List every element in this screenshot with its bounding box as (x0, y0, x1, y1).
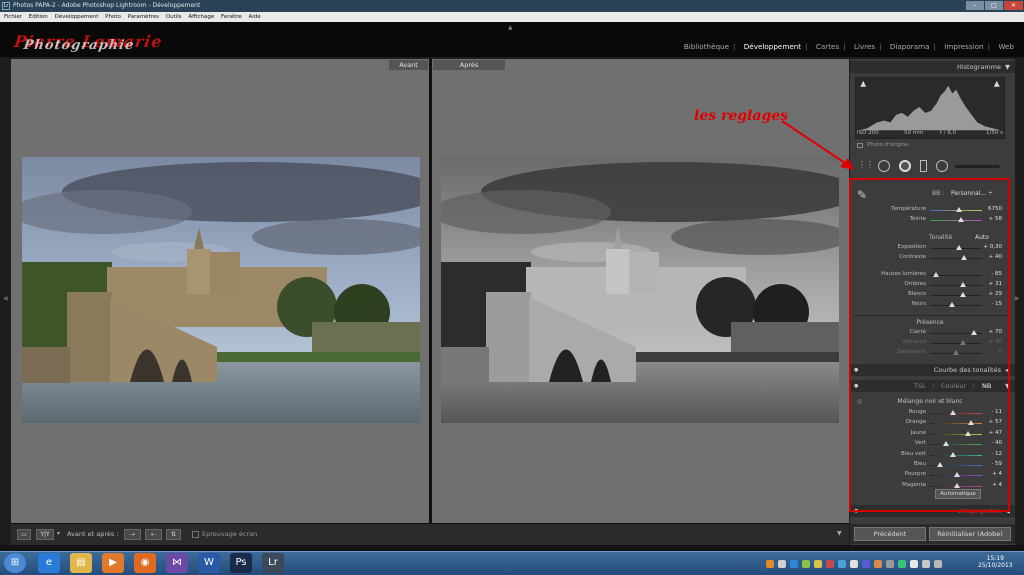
minimize-button[interactable]: – (966, 1, 984, 10)
tray-icon[interactable] (838, 560, 846, 568)
window-title: Photos PAPA-2 - Adobe Photoshop Lightroo… (13, 2, 201, 9)
menu-photo[interactable]: Photo (105, 14, 121, 20)
module-developpement[interactable]: Développement (744, 42, 801, 51)
tray-icon[interactable] (874, 560, 882, 568)
taskbar-ie-icon[interactable]: e (38, 553, 60, 573)
graduated-filter-icon[interactable] (920, 160, 927, 172)
title-bar: Lr Photos PAPA-2 - Adobe Photoshop Light… (0, 0, 1024, 12)
tray-icon[interactable] (898, 560, 906, 568)
view-mode-arrow-icon[interactable]: ▾ (57, 530, 60, 537)
settings-highlight-box (849, 178, 1010, 512)
flag-icon[interactable] (934, 560, 942, 568)
focal-readout: 50 mm (904, 130, 924, 136)
iso-readout: ISO 200 (857, 130, 879, 136)
copy-after-settings-button[interactable]: ⇠ (145, 529, 162, 540)
brush-slider[interactable] (955, 165, 1000, 168)
identity-line2: Photographie (22, 38, 136, 53)
app-icon: Lr (2, 2, 10, 10)
previous-button[interactable]: Précédent (854, 527, 926, 541)
original-photo-label: Photo d'origine (867, 142, 909, 148)
module-impression[interactable]: Impression (944, 42, 983, 51)
left-panel-toggle-icon[interactable]: ◀ (3, 295, 8, 302)
develop-toolbar: ▭ Y|Y ▾ Avant et après : ⇢ ⇠ ⇅ Epreuvage… (11, 523, 849, 545)
shutter-readout: 1/50 s (986, 130, 1003, 136)
spot-removal-icon[interactable] (878, 160, 890, 172)
menu-fenetre[interactable]: Fenêtre (221, 14, 242, 20)
taskbar-vs-icon[interactable]: ⋈ (166, 553, 188, 573)
module-picker: Bibliothèque | Développement | Cartes | Liv… (683, 42, 1014, 51)
menu-affichage[interactable]: Affichage (188, 14, 214, 20)
before-label: Avant (389, 60, 428, 70)
clock-time: 15:19 (986, 555, 1004, 562)
tray-icon[interactable] (850, 560, 858, 568)
after-label: Après (433, 60, 505, 70)
menu-outils[interactable]: Outils (166, 14, 182, 20)
tray-icon[interactable] (886, 560, 894, 568)
taskbar-start-icon[interactable]: ⊞ (4, 553, 26, 573)
top-panel-toggle-icon[interactable]: ▲ (508, 24, 516, 31)
before-after-view-button[interactable]: Y|Y (36, 529, 54, 540)
tray-icon[interactable] (778, 560, 786, 568)
menu-developpement[interactable]: Développement (55, 14, 99, 20)
menu-fichier[interactable]: Fichier (4, 14, 22, 20)
view-divider (429, 59, 432, 523)
module-cartes[interactable]: Cartes (816, 42, 839, 51)
menu-parametres[interactable]: Paramètres (128, 14, 159, 20)
tray-icon[interactable] (802, 560, 810, 568)
tray-icon[interactable] (826, 560, 834, 568)
crop-overlay-icon[interactable]: ⋮⋮ (858, 160, 874, 169)
reset-button[interactable]: Réinitialiser (Adobe) (929, 527, 1011, 541)
before-after-label: Avant et après : (67, 530, 119, 538)
radial-filter-icon[interactable] (936, 160, 948, 172)
menu-edition[interactable]: Edition (29, 14, 48, 20)
copy-before-settings-button[interactable]: ⇢ (124, 529, 141, 540)
tray-icon[interactable] (814, 560, 822, 568)
system-clock[interactable]: 15:19 25/10/2013 (978, 555, 1013, 569)
loupe-view-button[interactable]: ▭ (17, 529, 31, 540)
tray-icon[interactable] (862, 560, 870, 568)
menu-aide[interactable]: Aide (249, 14, 261, 20)
clock-date: 25/10/2013 (978, 562, 1013, 569)
tray-icon[interactable] (790, 560, 798, 568)
before-photo (22, 157, 420, 423)
histogram-title: Histogramme (956, 63, 1001, 71)
volume-icon[interactable] (910, 560, 918, 568)
swap-settings-button[interactable]: ⇅ (166, 529, 181, 540)
after-photo (441, 157, 839, 423)
softproof-checkbox[interactable] (192, 531, 199, 538)
red-eye-icon[interactable] (899, 160, 911, 172)
maximize-button[interactable]: □ (985, 1, 1003, 10)
taskbar-firefox-icon[interactable]: ◉ (134, 553, 156, 573)
identity-logo: Pierre Lemarie Photographie (12, 32, 215, 54)
taskbar-media-icon[interactable]: ▶ (102, 553, 124, 573)
taskbar-word-icon[interactable]: W (198, 553, 220, 573)
taskbar-lightroom-icon[interactable]: Lr (262, 553, 284, 573)
module-diaporama[interactable]: Diaporama (890, 42, 930, 51)
collapse-icon[interactable]: ▼ (1005, 61, 1010, 73)
histogram-header[interactable]: Histogramme ▼ (850, 61, 1015, 73)
tray-icon[interactable] (766, 560, 774, 568)
annotation-arrow (781, 120, 854, 170)
module-livres[interactable]: Livres (854, 42, 875, 51)
menu-bar: Fichier Edition Développement Photo Para… (0, 12, 1024, 22)
module-web[interactable]: Web (998, 42, 1014, 51)
softproof-label: Epreuvage écran (202, 530, 258, 538)
toolbar-menu-icon[interactable]: ▼ (837, 530, 842, 537)
right-panel-toggle-icon[interactable]: ▶ (1015, 295, 1020, 302)
module-bibliotheque[interactable]: Bibliothèque (684, 42, 729, 51)
aperture-readout: f / 8,0 (940, 130, 957, 136)
taskbar-explorer-icon[interactable]: ▤ (70, 553, 92, 573)
taskbar-photoshop-icon[interactable]: Ps (230, 553, 252, 573)
close-button[interactable]: ✕ (1004, 1, 1023, 10)
network-icon[interactable] (922, 560, 930, 568)
